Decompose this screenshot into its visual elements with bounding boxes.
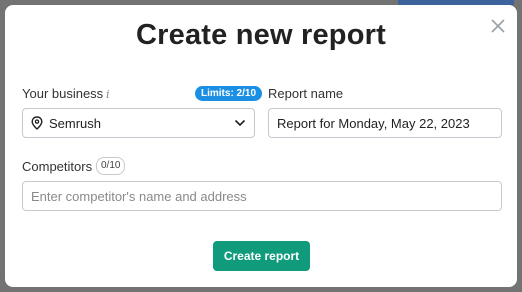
limits-badge: Limits: 2/10 bbox=[195, 86, 263, 101]
location-pin-icon bbox=[31, 116, 43, 130]
competitors-label: Competitors bbox=[22, 159, 93, 174]
business-select[interactable]: Semrush bbox=[22, 108, 255, 138]
info-icon[interactable]: i bbox=[106, 88, 110, 101]
business-select-value: Semrush bbox=[49, 115, 102, 131]
chevron-down-icon bbox=[234, 119, 246, 127]
create-report-dialog: Create new report Your business i Limits… bbox=[5, 5, 517, 287]
report-name-field[interactable] bbox=[268, 108, 502, 138]
report-name-label: Report name bbox=[268, 86, 344, 101]
dialog-title: Create new report bbox=[136, 19, 386, 51]
competitor-input[interactable] bbox=[31, 188, 493, 204]
competitor-field[interactable] bbox=[22, 181, 502, 211]
report-name-input[interactable] bbox=[277, 115, 493, 131]
business-label: Your business bbox=[22, 86, 104, 101]
create-report-button[interactable]: Create report bbox=[213, 241, 310, 271]
competitors-count-badge: 0/10 bbox=[96, 157, 126, 175]
